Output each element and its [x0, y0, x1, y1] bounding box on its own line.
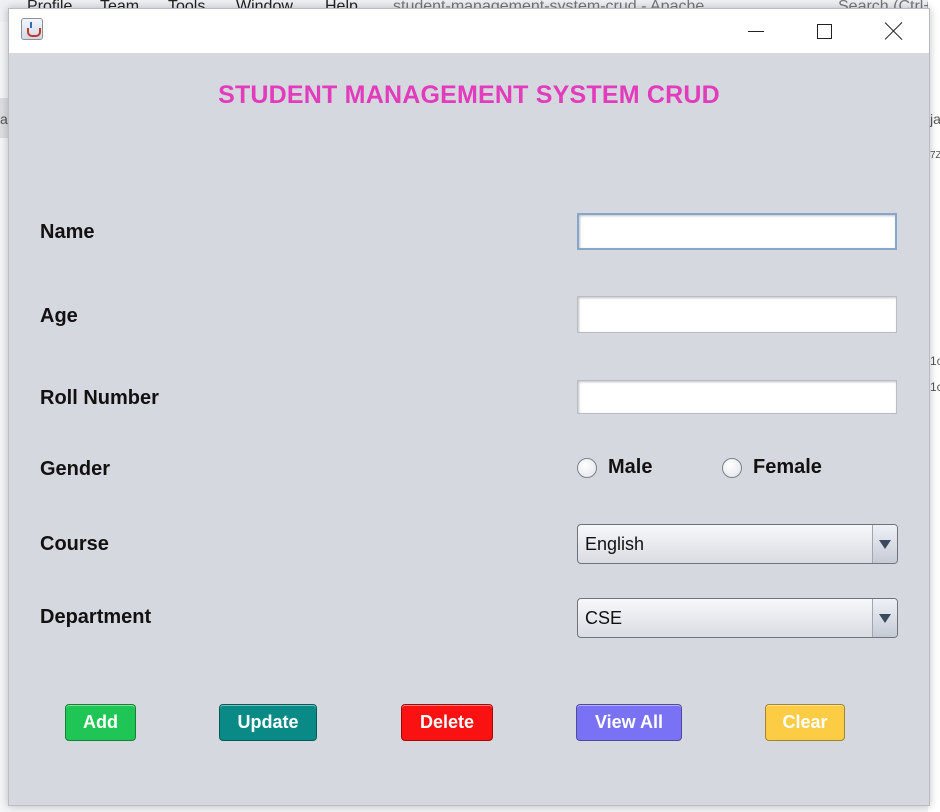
clear-button[interactable]: Clear [765, 704, 845, 741]
course-selected-value: English [585, 534, 645, 554]
roll-number-field[interactable] [577, 380, 897, 414]
course-dropdown-arrow-icon[interactable] [872, 525, 897, 563]
app-window: STUDENT MANAGEMENT SYSTEM CRUD Name Age … [8, 8, 930, 806]
course-dropdown[interactable]: English [577, 524, 898, 564]
background-fragment: a [0, 111, 8, 127]
gender-male-option[interactable]: Male [577, 456, 652, 479]
department-label: Department [40, 606, 152, 628]
close-button[interactable] [871, 9, 917, 53]
minimize-button[interactable] [733, 9, 779, 53]
male-radio[interactable] [577, 457, 597, 478]
maximize-icon [816, 23, 832, 39]
department-dropdown-arrow-icon[interactable] [872, 599, 897, 637]
roll-number-label: Roll Number [40, 387, 159, 409]
name-field[interactable] [577, 213, 897, 250]
department-selected-value: CSE [585, 608, 623, 628]
page-title: STUDENT MANAGEMENT SYSTEM CRUD [218, 81, 720, 109]
delete-button[interactable]: Delete [401, 704, 493, 741]
gender-female-option[interactable]: Female [722, 456, 822, 479]
gender-label: Gender [40, 458, 111, 480]
department-dropdown[interactable]: CSE [577, 598, 898, 638]
add-button[interactable]: Add [65, 704, 136, 741]
name-label: Name [40, 221, 95, 243]
background-fragment: 7Z [930, 150, 940, 161]
update-button[interactable]: Update [219, 704, 317, 741]
maximize-button[interactable] [801, 9, 847, 53]
female-radio[interactable] [722, 457, 742, 478]
background-fragment: 1c [930, 380, 940, 394]
minimize-icon [748, 30, 764, 32]
background-fragment: 1c [930, 354, 940, 368]
male-radio-label: Male [608, 456, 653, 478]
age-field[interactable] [577, 296, 897, 333]
background-fragment: ja [930, 111, 940, 127]
course-label: Course [40, 533, 109, 555]
female-radio-label: Female [753, 456, 822, 478]
age-label: Age [40, 305, 78, 327]
close-icon [885, 22, 903, 40]
view-all-button[interactable]: View All [576, 704, 682, 741]
java-app-icon[interactable] [21, 18, 43, 40]
title-bar[interactable] [9, 9, 929, 53]
